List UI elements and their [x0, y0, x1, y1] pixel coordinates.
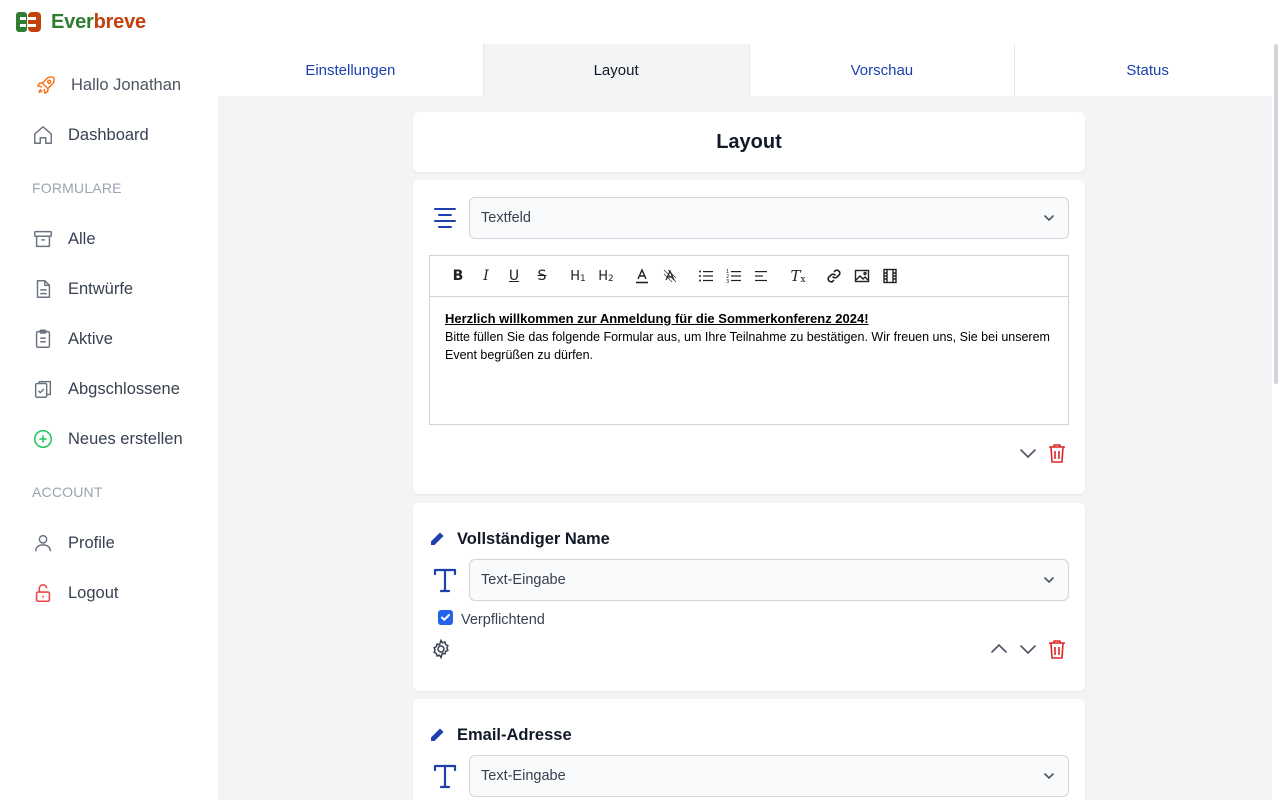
user-greeting: Hallo Jonathan [35, 70, 181, 100]
move-down-icon[interactable] [1017, 442, 1039, 464]
heading2-icon[interactable]: H2 [592, 264, 620, 288]
sidebar-item-label: Alle [68, 229, 96, 248]
sidebar: Everbreve Hallo Jonathan Dashboard FORMU… [0, 0, 218, 800]
clipboard-check-icon [34, 380, 52, 398]
sidebar-item-label: Aktive [68, 329, 113, 348]
sidebar-item-neues-erstellen[interactable]: Neues erstellen [32, 424, 183, 454]
field-type-select[interactable]: Text-Eingabe [469, 755, 1069, 797]
text-type-icon [433, 568, 457, 593]
pencil-icon[interactable] [429, 531, 445, 547]
sidebar-item-label: Neues erstellen [68, 429, 183, 448]
align-center-icon [434, 208, 456, 228]
user-icon [34, 534, 52, 552]
greeting-text: Hallo Jonathan [71, 75, 182, 94]
scrollbar[interactable] [1274, 44, 1278, 384]
link-icon[interactable] [820, 264, 848, 288]
editor-content[interactable]: Herzlich willkommen zur Anmeldung für di… [430, 297, 1068, 377]
sidebar-item-label: Profile [68, 533, 115, 552]
block-email: Email-Adresse Text-Eingabe [413, 699, 1085, 800]
select-value: Text-Eingabe [481, 572, 566, 588]
section-label-forms: FORMULARE [32, 180, 122, 196]
app-name: Everbreve [51, 10, 146, 33]
required-checkbox[interactable] [438, 610, 453, 625]
chevron-down-icon [1044, 773, 1054, 780]
bold-icon[interactable]: B [444, 264, 472, 288]
block-type-select[interactable]: Textfeld [469, 197, 1069, 239]
editor-heading: Herzlich willkommen zur Anmeldung für di… [445, 311, 869, 326]
tab-vorschau[interactable]: Vorschau [750, 44, 1016, 96]
sidebar-item-label: Entwürfe [68, 279, 134, 298]
archive-icon [34, 230, 52, 248]
field-type-select[interactable]: Text-Eingabe [469, 559, 1069, 601]
page-title: Layout [413, 112, 1085, 172]
align-left-icon[interactable] [748, 264, 776, 288]
editor-paragraph: Bitte füllen Sie das folgende Formular a… [445, 330, 1050, 362]
tab-layout[interactable]: Layout [483, 44, 750, 96]
strikethrough-icon[interactable]: S [528, 264, 556, 288]
sidebar-item-label: Dashboard [68, 125, 149, 144]
sidebar-item-aktive[interactable]: Aktive [32, 324, 113, 354]
app-logo[interactable]: Everbreve [16, 10, 146, 34]
move-up-icon[interactable] [988, 638, 1010, 660]
document-icon [36, 280, 51, 298]
sidebar-item-alle[interactable]: Alle [32, 224, 96, 254]
sidebar-item-dashboard[interactable]: Dashboard [32, 120, 149, 150]
field-title[interactable]: Email-Adresse [457, 726, 572, 745]
select-value: Textfeld [481, 210, 531, 226]
rocket-icon [37, 76, 55, 94]
sidebar-item-profile[interactable]: Profile [32, 528, 115, 558]
image-icon[interactable] [848, 264, 876, 288]
required-label[interactable]: Verpflichtend [461, 612, 545, 628]
block-textfeld: Textfeld B I U S H1 H2 123 Tx Herzlich w… [413, 180, 1085, 494]
rich-text-editor[interactable]: B I U S H1 H2 123 Tx Herzlich willkommen… [429, 255, 1069, 425]
check-icon [441, 614, 450, 621]
underline-icon[interactable]: U [500, 264, 528, 288]
svg-text:3: 3 [726, 279, 729, 284]
tab-status[interactable]: Status [1015, 44, 1280, 96]
chevron-down-icon [1044, 215, 1054, 222]
background-color-icon[interactable] [656, 264, 684, 288]
trash-icon[interactable] [1046, 442, 1068, 464]
sidebar-item-logout[interactable]: Logout [32, 578, 118, 608]
clear-format-icon[interactable]: Tx [784, 264, 812, 288]
editor-toolbar: B I U S H1 H2 123 Tx [430, 256, 1068, 297]
sidebar-item-label: Logout [68, 583, 119, 602]
ordered-list-icon[interactable]: 123 [720, 264, 748, 288]
heading1-icon[interactable]: H1 [564, 264, 592, 288]
section-label-account: ACCOUNT [32, 484, 103, 500]
settings-gear-icon[interactable] [430, 638, 452, 660]
chevron-down-icon [1044, 577, 1054, 584]
sidebar-item-entwuerfe[interactable]: Entwürfe [32, 274, 133, 304]
unlock-icon [35, 583, 51, 603]
block-full-name: Vollständiger Name Text-Eingabe Verpflic… [413, 503, 1085, 691]
pencil-icon[interactable] [429, 727, 445, 743]
text-type-icon [433, 764, 457, 789]
plus-circle-icon [33, 429, 53, 449]
bullet-list-icon[interactable] [692, 264, 720, 288]
text-color-icon[interactable] [628, 264, 656, 288]
home-icon [34, 126, 52, 144]
logo-icon [16, 10, 41, 34]
video-icon[interactable] [876, 264, 904, 288]
clipboard-icon [35, 329, 51, 348]
trash-icon[interactable] [1046, 638, 1068, 660]
move-down-icon[interactable] [1017, 638, 1039, 660]
tab-bar: Einstellungen Layout Vorschau Status [218, 44, 1280, 96]
select-value: Text-Eingabe [481, 768, 566, 784]
sidebar-item-label: Abgschlossene [68, 379, 180, 398]
tab-einstellungen[interactable]: Einstellungen [218, 44, 484, 96]
sidebar-item-abgeschlossene[interactable]: Abgschlossene [32, 374, 180, 404]
field-title[interactable]: Vollständiger Name [457, 530, 610, 549]
italic-icon[interactable]: I [472, 264, 500, 288]
